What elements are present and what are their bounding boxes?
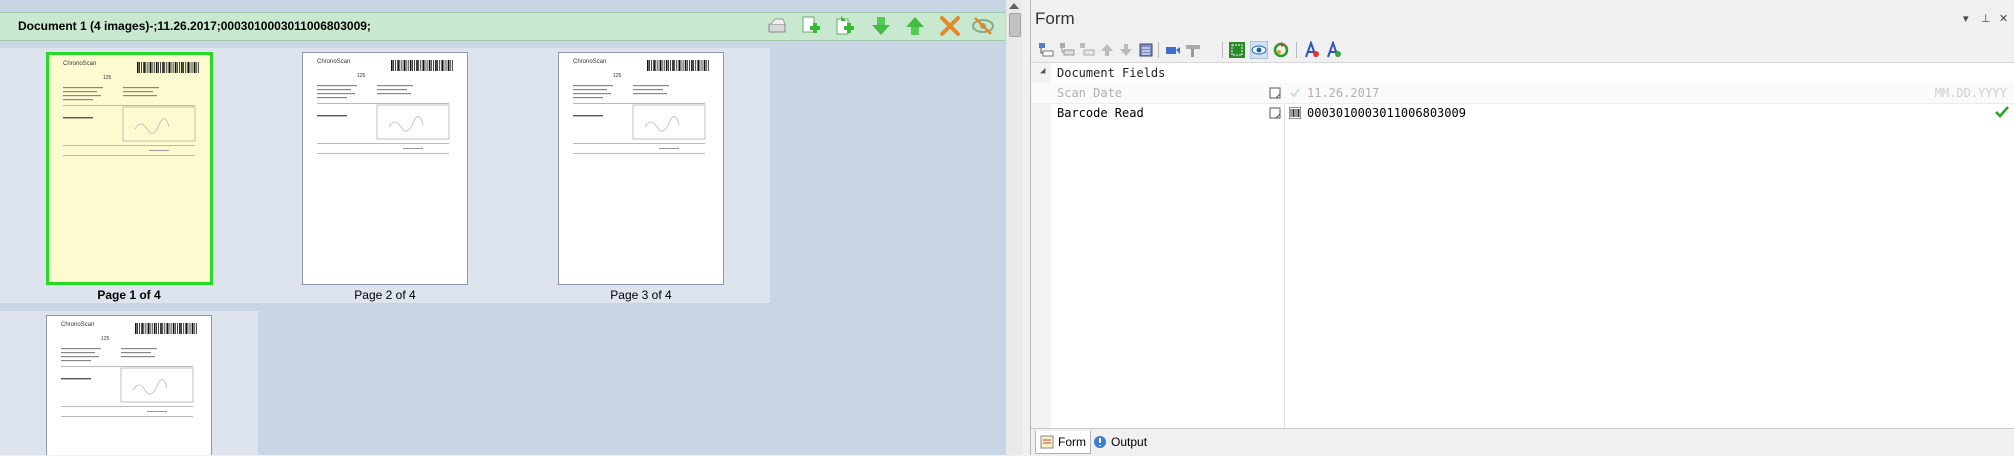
barcode-icon (1288, 106, 1302, 120)
thumb-number-text: 125 (357, 73, 366, 79)
valid-check-icon (1995, 105, 2009, 122)
document-header: Document 1 (4 images)-;11.26.2017;000301… (0, 12, 1005, 41)
document-pane: Document 1 (4 images)-;11.26.2017;000301… (0, 0, 1005, 455)
section-label: Document Fields (1057, 66, 1166, 80)
field-value[interactable]: 11.26.2017 (1307, 86, 1379, 100)
field-note-icon[interactable] (1269, 107, 1281, 119)
remove-field-icon[interactable] (1078, 41, 1096, 59)
tab-label: Form (1058, 435, 1086, 449)
append-page-icon[interactable] (832, 15, 856, 37)
page-preview: ChronoScan 125 (573, 59, 709, 154)
field-row-barcode-read[interactable]: Barcode Read 000301000301100680​3009 (1031, 103, 2014, 123)
field-note-icon[interactable] (1269, 87, 1281, 99)
page-thumbnail[interactable]: ChronoScan 125 (46, 52, 213, 285)
hide-icon[interactable] (971, 15, 995, 37)
form-title: Form (1035, 9, 1075, 28)
delete-icon[interactable] (938, 15, 962, 37)
column-divider[interactable] (1284, 83, 1285, 428)
view-icon[interactable] (1250, 41, 1268, 59)
page-preview: ChronoScan 125 (63, 61, 199, 156)
field-name: Barcode Read (1057, 106, 1144, 120)
panel-dropdown-button[interactable]: ▾ (1963, 12, 1969, 25)
form-toolbar (1031, 38, 2014, 63)
thumb-number-text: 125 (103, 75, 112, 81)
insert-field-icon[interactable] (1058, 41, 1076, 59)
thumb-brand-text: ChronoScan (63, 61, 96, 67)
check-icon (1289, 87, 1301, 99)
page-thumbnail[interactable]: ChronoScan 125 (46, 315, 212, 455)
thumb-brand-text: ChronoScan (573, 59, 606, 65)
page-label: Page 3 of 4 (610, 288, 672, 302)
select-zone-icon[interactable] (1228, 41, 1246, 59)
toolbar-separator (1158, 42, 1159, 58)
ocr-zone-icon[interactable] (1164, 41, 1182, 59)
form-titlebar: Form ▾ ⊥ ✕ (1031, 0, 2014, 38)
page-preview: ChronoScan 125 (61, 322, 197, 417)
font-icon[interactable] (1303, 41, 1321, 59)
thumb-number-text: 125 (613, 73, 622, 79)
scanner-icon[interactable] (765, 15, 789, 37)
field-name: Scan Date (1057, 86, 1123, 100)
pin-button[interactable]: ⊥ (1981, 12, 1991, 25)
tab-form[interactable]: Form (1035, 431, 1091, 454)
insert-page-icon[interactable] (798, 15, 822, 37)
field-format-hint: MM.DD.YYYY (1934, 86, 2007, 100)
field-properties-icon[interactable] (1184, 41, 1202, 59)
page-thumbnail[interactable]: ChronoScan 125 (558, 52, 724, 285)
page-preview: ChronoScan 125 (317, 59, 453, 154)
page-label: Page 1 of 4 (97, 288, 161, 302)
vertical-scrollbar[interactable] (1005, 0, 1022, 455)
document-title: Document 1 (4 images)-;11.26.2017;000301… (18, 19, 371, 33)
scrollbar-thumb[interactable] (1009, 13, 1021, 37)
font-add-icon[interactable] (1325, 41, 1343, 59)
move-up-icon[interactable] (903, 15, 927, 37)
close-button[interactable]: ✕ (1999, 12, 2008, 25)
output-tab-icon (1094, 436, 1106, 448)
add-field-icon[interactable] (1037, 41, 1055, 59)
tab-label: Output (1111, 435, 1148, 449)
tab-output[interactable]: Output (1089, 431, 1151, 453)
section-row[interactable]: ◢ Document Fields (1031, 63, 2014, 83)
form-panel: Form ▾ ⊥ ✕ ◢ Document Fields Scan Date 1… (1030, 0, 2014, 456)
move-down-icon[interactable] (869, 15, 893, 37)
scroll-up-arrow-icon[interactable] (1009, 3, 1019, 9)
form-tab-icon (1040, 435, 1054, 449)
toolbar-separator (1222, 42, 1223, 58)
page-thumbnail[interactable]: ChronoScan 125 (302, 52, 468, 285)
collapse-triangle-icon[interactable]: ◢ (1040, 66, 1045, 76)
field-grid: ◢ Document Fields Scan Date 11.26.2017 M… (1031, 63, 2014, 428)
thumb-brand-text: ChronoScan (61, 322, 94, 328)
thumb-brand-text: ChronoScan (317, 59, 350, 65)
page-label: Page 2 of 4 (354, 288, 416, 302)
refresh-icon[interactable] (1272, 41, 1290, 59)
field-list-icon[interactable] (1137, 41, 1155, 59)
field-value[interactable]: 000301000301100680​3009 (1307, 106, 1466, 120)
toolbar-separator (1296, 42, 1297, 58)
move-field-down-icon[interactable] (1117, 41, 1135, 59)
panel-tabs: Form Output (1031, 428, 2014, 456)
thumb-number-text: 125 (101, 336, 110, 342)
field-row-scan-date[interactable]: Scan Date 11.26.2017 MM.DD.YYYY (1031, 83, 2014, 104)
move-field-up-icon[interactable] (1098, 41, 1116, 59)
